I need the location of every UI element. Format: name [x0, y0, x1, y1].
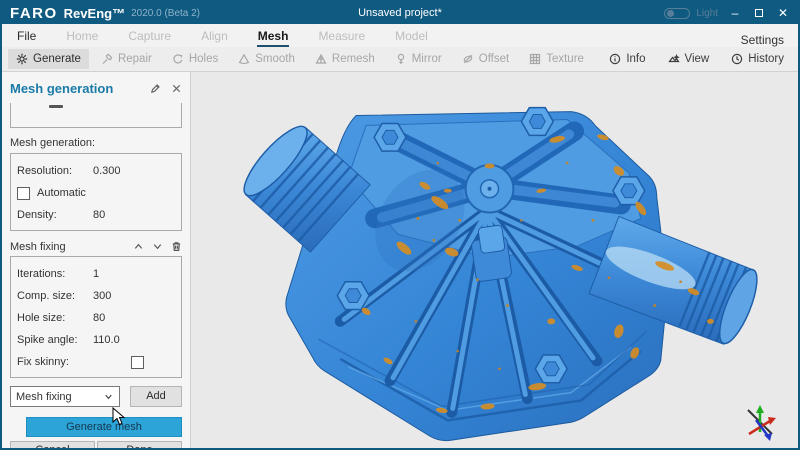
clock-icon — [731, 53, 743, 65]
automatic-checkbox[interactable] — [17, 187, 30, 200]
menu-measure[interactable]: Measure — [317, 26, 366, 47]
hand-mirror-icon — [395, 53, 407, 65]
gear-icon — [16, 53, 28, 65]
hole-size-label: Hole size: — [17, 312, 89, 324]
broken-ring-icon — [172, 53, 184, 65]
theme-toggle[interactable] — [664, 8, 690, 19]
menu-settings[interactable]: Settings — [741, 33, 784, 47]
menubar: File Home Capture Align Mesh Measure Mod… — [2, 24, 798, 47]
menu-model[interactable]: Model — [394, 26, 429, 47]
preset-dropdown[interactable]: Mesh fixing — [10, 386, 120, 407]
repair-button[interactable]: Repair — [93, 49, 160, 69]
spike-angle-value[interactable]: 110.0 — [93, 334, 120, 346]
toolbar: Generate Repair Holes Smooth Remesh Mirr… — [2, 47, 798, 72]
info-button[interactable]: Info — [601, 49, 653, 69]
menu-mesh[interactable]: Mesh — [257, 26, 290, 47]
density-value[interactable]: 80 — [93, 209, 105, 221]
iterations-label: Iterations: — [17, 268, 89, 280]
mesh-fixing-groupbox: Iterations: 1 Comp. size: 300 Hole size:… — [10, 256, 182, 378]
dropdown-chevron-icon — [103, 391, 114, 402]
version-label: 2020.0 (Beta 2) — [131, 8, 200, 19]
mesh-fixing-title: Mesh fixing — [10, 241, 66, 253]
done-button[interactable]: Done — [97, 441, 182, 448]
iterations-value[interactable]: 1 — [93, 268, 99, 280]
menu-align[interactable]: Align — [200, 26, 229, 47]
titlebar: FARO RevEng™ 2020.0 (Beta 2) Unsaved pro… — [2, 2, 798, 24]
resolution-label: Resolution: — [17, 165, 89, 177]
automatic-label: Automatic — [37, 187, 86, 199]
holes-button[interactable]: Holes — [164, 49, 226, 69]
mesh-fixing-header: Mesh fixing — [10, 237, 182, 256]
preset-dropdown-value: Mesh fixing — [16, 391, 72, 403]
menu-home[interactable]: Home — [65, 26, 99, 47]
menu-capture[interactable]: Capture — [127, 26, 172, 47]
close-button[interactable]: ✕ — [776, 7, 790, 19]
chevron-up-icon[interactable] — [133, 241, 144, 252]
panel-title: Mesh generation — [10, 81, 113, 96]
product-name: RevEng™ — [64, 6, 125, 21]
fix-skinny-checkbox[interactable] — [131, 356, 144, 369]
viewport-3d[interactable] — [191, 72, 798, 448]
slashed-ellipse-icon — [462, 53, 474, 65]
generate-mesh-button[interactable]: Generate mesh — [26, 417, 182, 437]
mirror-button[interactable]: Mirror — [387, 49, 450, 69]
menu-file[interactable]: File — [16, 26, 37, 47]
theme-toggle-label: Light — [696, 8, 718, 19]
resolution-value[interactable]: 0.300 — [93, 165, 121, 177]
history-button[interactable]: History — [723, 49, 792, 69]
partial-control-mark — [49, 105, 63, 108]
remesh-button[interactable]: Remesh — [307, 49, 383, 69]
mesh-generation-panel: Mesh generation Mesh generation: Resolut… — [2, 72, 191, 448]
scrolled-control-partial — [10, 103, 182, 128]
texture-button[interactable]: Texture — [521, 49, 592, 69]
smooth-triangle-icon — [238, 53, 250, 65]
comp-size-label: Comp. size: — [17, 290, 89, 302]
view-layers-icon — [668, 53, 680, 65]
cancel-button[interactable]: Cancel — [10, 441, 95, 448]
faro-logo: FARO — [10, 5, 58, 22]
trash-icon[interactable] — [171, 241, 182, 252]
minimize-button[interactable]: – — [728, 7, 742, 19]
maximize-button[interactable] — [752, 7, 766, 19]
view-button[interactable]: View — [660, 49, 718, 69]
panel-close-icon[interactable] — [171, 83, 182, 94]
edit-pencil-icon[interactable] — [150, 83, 161, 94]
generate-button[interactable]: Generate — [8, 49, 89, 69]
maximize-icon — [755, 9, 763, 17]
fix-skinny-label: Fix skinny: — [17, 356, 89, 368]
axis-triad — [742, 402, 780, 442]
info-circle-icon — [609, 53, 621, 65]
generation-groupbox: Resolution: 0.300 Automatic Density: 80 — [10, 153, 182, 231]
chevron-down-icon[interactable] — [152, 241, 163, 252]
density-label: Density: — [17, 209, 89, 221]
offset-button[interactable]: Offset — [454, 49, 517, 69]
comp-size-value[interactable]: 300 — [93, 290, 111, 302]
pump-housing-model — [191, 72, 798, 448]
toggle-knob — [667, 10, 674, 17]
hammer-icon — [101, 53, 113, 65]
add-button[interactable]: Add — [130, 386, 182, 407]
texture-grid-icon — [529, 53, 541, 65]
mesh-triangle-icon — [315, 53, 327, 65]
smooth-button[interactable]: Smooth — [230, 49, 303, 69]
generation-section-label: Mesh generation: — [10, 137, 182, 149]
hole-size-value[interactable]: 80 — [93, 312, 105, 324]
app-window: FARO RevEng™ 2020.0 (Beta 2) Unsaved pro… — [0, 0, 800, 450]
spike-angle-label: Spike angle: — [17, 334, 89, 346]
